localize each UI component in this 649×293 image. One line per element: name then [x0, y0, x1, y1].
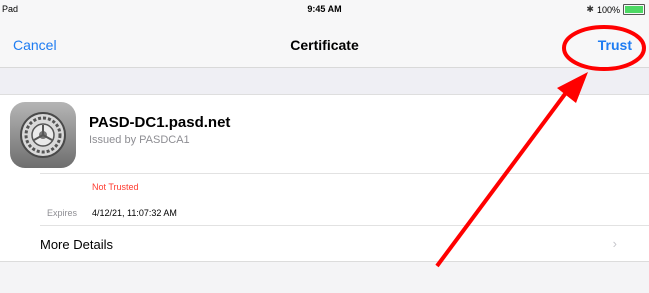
status-time: 9:45 AM: [307, 4, 342, 14]
divider: [40, 173, 649, 174]
expires-label: Expires: [47, 208, 78, 218]
chevron-right-icon: ›: [612, 236, 617, 251]
page-title: Certificate: [290, 37, 359, 53]
bluetooth-icon: ✱: [586, 4, 594, 14]
more-details-label: More Details: [40, 237, 113, 252]
certificate-name: PASD-DC1.pasd.net: [89, 114, 231, 131]
status-bar: Pad 9:45 AM ✱ 100%: [0, 0, 649, 20]
bottom-background: [0, 261, 649, 293]
more-details-row[interactable]: More Details ›: [0, 226, 649, 260]
battery-icon: [623, 4, 645, 15]
battery-percent: 100%: [596, 4, 620, 15]
nav-bar: Cancel Certificate Trust: [0, 20, 649, 68]
certificate-issuer: Issued by PASDCA1: [89, 134, 190, 146]
certificate-summary: PASD-DC1.pasd.net Issued by PASDCA1: [0, 95, 649, 173]
expires-value: 4/12/21, 11:07:32 AM: [92, 208, 177, 218]
trust-button[interactable]: Trust: [598, 37, 632, 53]
section-header-band: [0, 68, 649, 95]
settings-gear-icon: [10, 102, 76, 168]
trust-status: Not Trusted: [92, 182, 139, 192]
status-right: ✱ 100%: [586, 4, 645, 15]
